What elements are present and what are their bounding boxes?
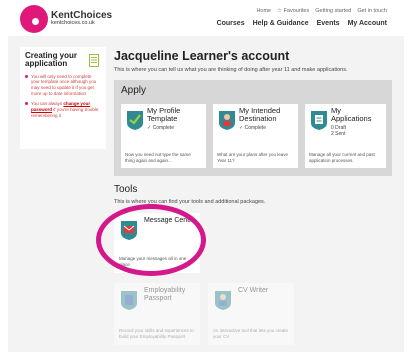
document-icon <box>89 54 99 67</box>
tools-heading: Tools <box>114 184 138 195</box>
card-description: What are your plans after you leave Year… <box>217 152 289 164</box>
intended-destination-icon <box>219 111 235 130</box>
card-intended-destination[interactable]: My Intended Destination ✓ Complete What … <box>213 104 298 168</box>
card-title: My Applications <box>331 106 372 123</box>
sent-count: 2 Sent <box>331 130 346 137</box>
sidebar-title: Creating your application <box>25 51 78 69</box>
passport-icon <box>121 291 137 310</box>
top-link-favourites[interactable]: ☆ Favourites <box>277 8 309 14</box>
top-link-get-in-touch[interactable]: Get in touch <box>357 8 387 14</box>
card-title: My Profile Template <box>147 106 181 123</box>
tool-description: An interactive tool that lets you create… <box>213 328 289 340</box>
nav-my-account[interactable]: My Account <box>348 20 387 27</box>
apply-panel: Apply My Profile Template ✓ Complete Now… <box>114 80 392 176</box>
sidebar-tip: You will only need to complete your temp… <box>25 74 101 97</box>
bullet-icon <box>25 102 28 106</box>
tool-description: Record your skills and experiences to bu… <box>119 328 194 340</box>
cv-writer-icon <box>215 291 231 310</box>
nav-events[interactable]: Events <box>317 20 340 27</box>
top-link-home[interactable]: Home <box>256 8 271 14</box>
sidebar-tip-text: You will only need to complete your temp… <box>31 73 97 96</box>
card-description: Manage all your current and past applica… <box>309 152 375 164</box>
card-status: ✓ Complete <box>147 124 174 131</box>
sidebar-tip: You can always change your password if y… <box>25 101 101 118</box>
logo-url: kentchoices.co.uk <box>51 20 95 27</box>
site-header: KentChoices kentchoices.co.uk Home ☆ Fav… <box>0 0 409 36</box>
apply-heading: Apply <box>121 85 147 96</box>
highlight-circle <box>96 204 206 276</box>
top-links: Home ☆ Favourites Getting started Get in… <box>256 8 387 14</box>
bullet-icon <box>25 74 28 78</box>
applications-icon <box>311 111 327 130</box>
top-link-getting-started[interactable]: Getting started <box>315 8 351 14</box>
profile-template-icon <box>127 111 143 130</box>
card-title: My Intended Destination <box>239 106 281 123</box>
tool-cv-writer[interactable]: CV Writer An interactive tool that lets … <box>208 283 294 345</box>
card-description: Now you need not type the same thing aga… <box>125 152 191 164</box>
tool-employability-passport[interactable]: Employability Passport Record your skill… <box>114 283 200 345</box>
nav-help-guidance[interactable]: Help & Guidance <box>253 20 309 27</box>
card-my-applications[interactable]: My Applications 0 Draft 2 Sent Manage al… <box>305 104 386 168</box>
logo-mark-icon <box>20 5 48 33</box>
card-profile-template[interactable]: My Profile Template ✓ Complete Now you n… <box>121 104 206 168</box>
page-title: Jacqueline Learner's account <box>114 49 290 63</box>
tool-title: CV Writer <box>238 287 269 294</box>
main-nav: Courses Help & Guidance Events My Accoun… <box>217 20 387 27</box>
page-subtitle: This is where you can tell us what you a… <box>114 67 348 73</box>
nav-courses[interactable]: Courses <box>217 20 245 27</box>
site-logo[interactable]: KentChoices kentchoices.co.uk <box>20 5 112 33</box>
tool-title: Employability Passport <box>144 287 186 302</box>
sidebar-tip-text: You can always <box>31 101 64 107</box>
sidebar-panel: Creating your application You will only … <box>20 47 106 149</box>
card-status: ✓ Complete <box>239 124 266 131</box>
